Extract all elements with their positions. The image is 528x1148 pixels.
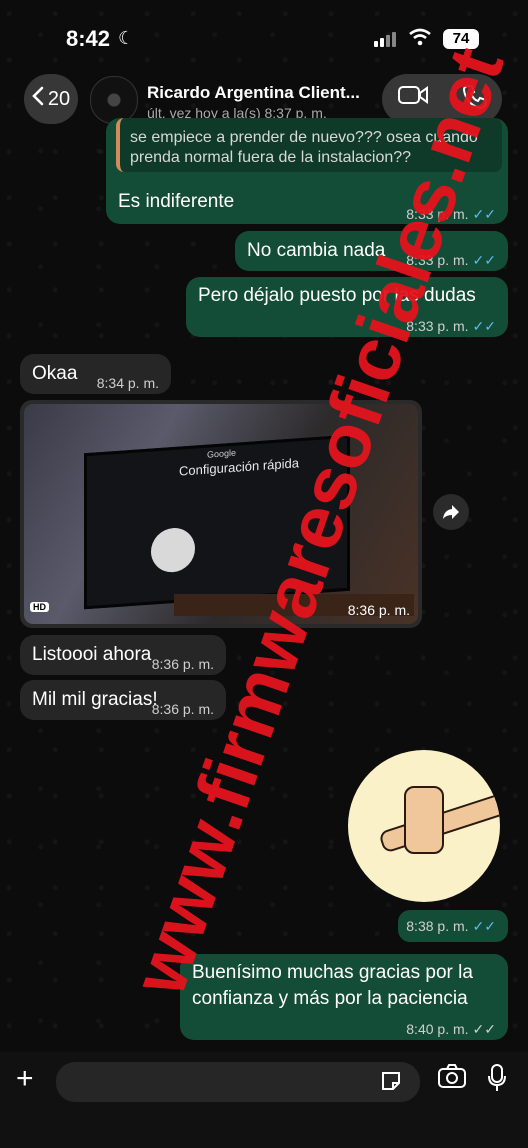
moon-icon: ☾ <box>118 28 135 48</box>
double-check-icon: ✓✓ <box>472 318 496 334</box>
double-check-icon: ✓✓ <box>472 1021 496 1037</box>
back-chevron-icon <box>32 86 44 112</box>
back-button[interactable]: 20 <box>24 74 78 124</box>
forward-icon[interactable] <box>433 494 469 530</box>
message-text: Buenísimo muchas gracias por la <box>192 962 473 983</box>
sticker-fist <box>404 786 444 854</box>
unread-count: 20 <box>47 87 71 110</box>
sticker-icon[interactable] <box>380 1070 402 1097</box>
double-check-icon: ✓✓ <box>472 206 496 222</box>
message-bubble-out[interactable]: Buenísimo muchas gracias por la confianz… <box>180 954 508 1040</box>
message-bubble-in[interactable]: Mil mil gracias! 8:36 p. m. <box>20 680 226 720</box>
tv-title: Configuración rápida <box>179 455 299 479</box>
double-check-icon: ✓✓ <box>472 252 496 268</box>
double-check-icon: ✓✓ <box>472 918 496 934</box>
sticker-meta: 8:38 p. m. ✓✓ <box>398 910 508 942</box>
message-time: 8:38 p. m. <box>406 918 469 934</box>
message-text: Listoooi ahora <box>32 644 152 665</box>
quoted-text: prenda normal fuera de la instalacion?? <box>130 149 412 166</box>
message-time: 8:36 p. m. <box>347 602 410 618</box>
signal-icon <box>374 32 396 47</box>
status-time: 8:42 <box>66 26 111 51</box>
avatar[interactable] <box>90 76 138 124</box>
sticker-message[interactable] <box>348 750 500 902</box>
message-text: Mil mil gracias! <box>32 689 158 710</box>
message-input[interactable] <box>56 1062 420 1102</box>
contact-name[interactable]: Ricardo Argentina Client... <box>147 83 367 103</box>
message-text: confianza y más por la paciencia <box>192 988 468 1009</box>
hd-badge: HD <box>30 602 49 612</box>
google-logo: Google <box>207 447 237 460</box>
wifi-icon <box>408 26 432 52</box>
message-bubble-in[interactable]: Listoooi ahora 8:36 p. m. <box>20 635 226 675</box>
message-time: 8:34 p. m. <box>96 375 159 391</box>
microphone-icon[interactable] <box>487 1064 507 1099</box>
message-composer: + <box>0 1052 528 1148</box>
message-time: 8:40 p. m. <box>406 1021 469 1037</box>
tv-circle <box>151 526 195 574</box>
message-text: Okaa <box>32 363 78 384</box>
plus-icon[interactable]: + <box>16 1062 34 1096</box>
message-bubble-in[interactable]: Okaa 8:34 p. m. <box>20 354 171 394</box>
message-time: 8:36 p. m. <box>151 656 214 672</box>
camera-icon[interactable] <box>438 1064 466 1095</box>
message-text: Es indiferente <box>118 191 235 212</box>
